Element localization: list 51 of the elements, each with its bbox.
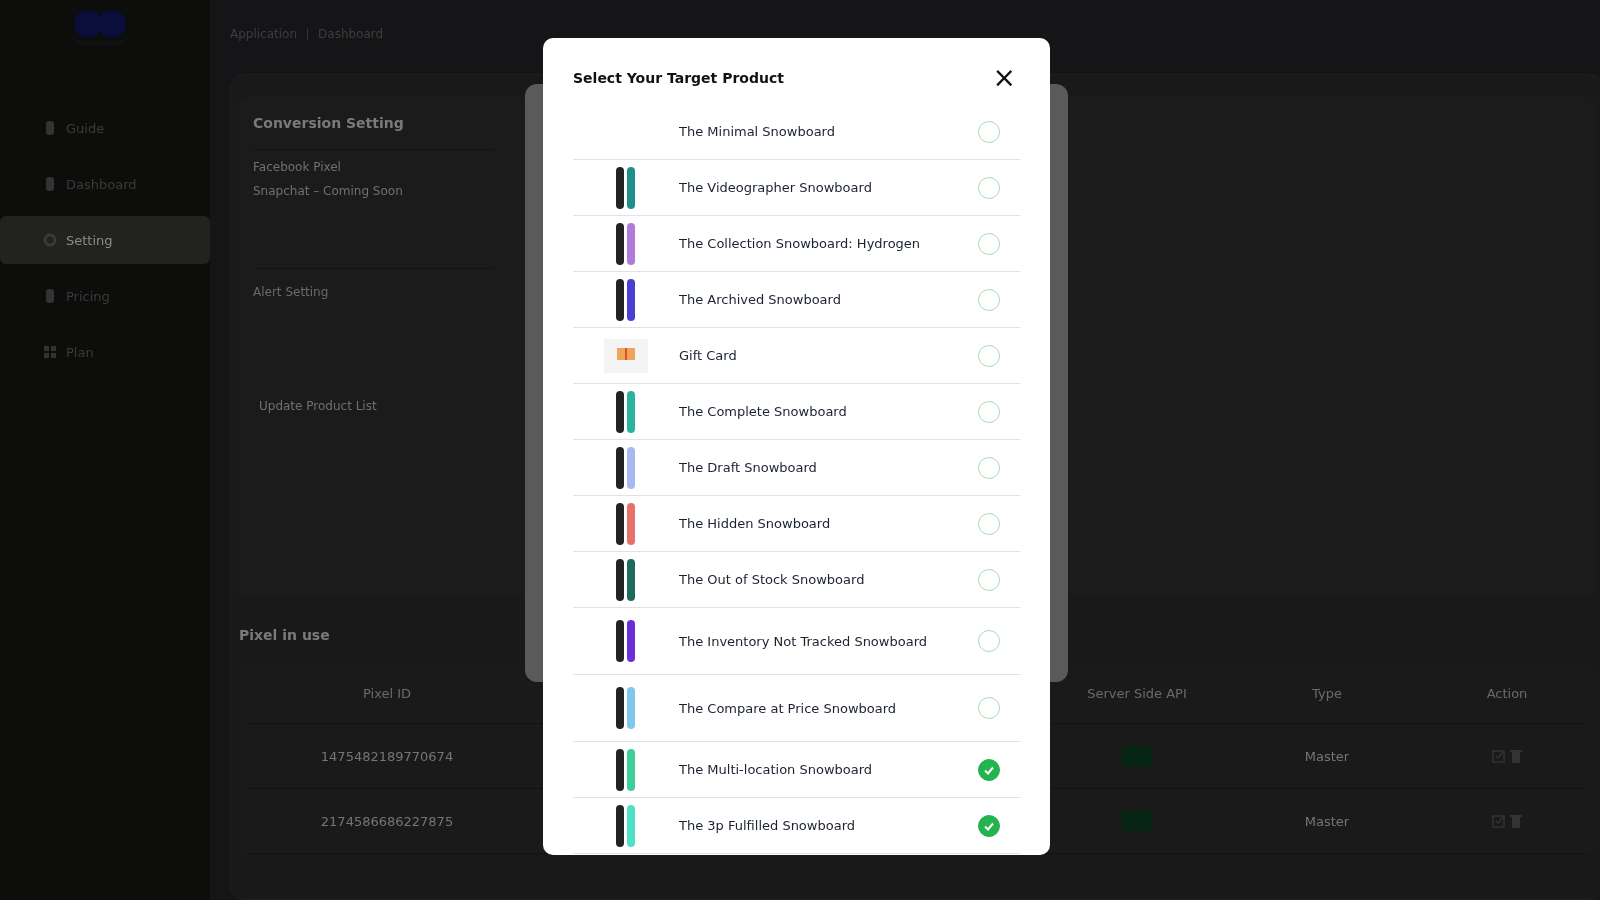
edit-icon[interactable] bbox=[1492, 814, 1506, 828]
product-row[interactable]: The Multi-location Snowboard bbox=[573, 742, 1020, 798]
table-cell-text: Master bbox=[1303, 748, 1351, 764]
sidebar-item[interactable]: Setting bbox=[0, 216, 210, 264]
product-row[interactable]: The Videographer Snowboard bbox=[573, 160, 1020, 216]
table-cell-text: 1475482189770674 bbox=[319, 748, 455, 764]
selection-circle[interactable] bbox=[978, 814, 1000, 837]
product-name: The Multi-location Snowboard bbox=[679, 762, 874, 777]
product-name: The Archived Snowboard bbox=[679, 292, 842, 307]
product-row[interactable]: The 3p Fulfilled Snowboard bbox=[573, 798, 1020, 854]
product-name: The Collection Snowboard: Hydrogen bbox=[679, 236, 922, 251]
product-row[interactable]: The Archived Snowboard bbox=[573, 272, 1020, 328]
product-row[interactable]: The Collection Snowboard: Hydrogen bbox=[573, 216, 1020, 272]
pixel-option[interactable]: Facebook Pixel bbox=[253, 160, 493, 174]
product-name: The Complete Snowboard bbox=[679, 404, 848, 419]
column-header: Server Side API bbox=[1086, 685, 1188, 701]
product-row[interactable]: Gift Card bbox=[573, 328, 1020, 384]
product-name: The Minimal Snowboard bbox=[679, 124, 836, 139]
menu-item-icon bbox=[42, 344, 58, 360]
menu-item-icon bbox=[42, 232, 58, 248]
trash-icon[interactable] bbox=[1510, 814, 1522, 828]
pixel-option[interactable]: Snapchat – Coming Soon bbox=[253, 184, 493, 198]
dialog-title: Select Your Target Product bbox=[573, 70, 784, 86]
product-name: The 3p Fulfilled Snowboard bbox=[679, 818, 856, 833]
product-name: Gift Card bbox=[679, 348, 738, 363]
product-row[interactable]: The Hidden Snowboard bbox=[573, 496, 1020, 552]
section-title: Conversion Setting bbox=[253, 115, 493, 150]
section-title: Pixel in use bbox=[239, 627, 330, 643]
edit-icon[interactable] bbox=[1492, 749, 1506, 763]
product-row[interactable]: The Inventory Not Tracked Snowboard bbox=[573, 608, 1020, 675]
update-product-list-button[interactable]: Update Product List bbox=[253, 399, 383, 413]
product-name: The Hidden Snowboard bbox=[679, 516, 832, 531]
table-cell-text: Master bbox=[1303, 813, 1351, 829]
product-name: The Inventory Not Tracked Snowboard bbox=[679, 633, 928, 649]
product-row[interactable]: The Out of Stock Snowboard bbox=[573, 552, 1020, 608]
trash-icon[interactable] bbox=[1510, 749, 1522, 763]
product-row[interactable]: The Complete Snowboard bbox=[573, 384, 1020, 440]
table-cell-text: 2174586686227875 bbox=[319, 813, 455, 829]
product-row[interactable]: The Draft Snowboard bbox=[573, 440, 1020, 496]
product-name: The Compare at Price Snowboard bbox=[679, 700, 898, 716]
close-button[interactable]: × bbox=[988, 64, 1020, 92]
column-header: Type bbox=[1311, 685, 1343, 701]
product-name: The Out of Stock Snowboard bbox=[679, 572, 866, 587]
product-name: The Videographer Snowboard bbox=[679, 180, 873, 195]
column-header: Pixel ID bbox=[361, 685, 412, 701]
product-row[interactable]: The Compare at Price Snowboard bbox=[573, 675, 1020, 742]
selection-circle[interactable] bbox=[978, 758, 1000, 781]
product-row[interactable]: The Minimal Snowboard bbox=[573, 104, 1020, 160]
gift-card-image bbox=[604, 338, 648, 373]
product-name: The Draft Snowboard bbox=[679, 460, 818, 475]
column-header: Action bbox=[1485, 685, 1529, 701]
